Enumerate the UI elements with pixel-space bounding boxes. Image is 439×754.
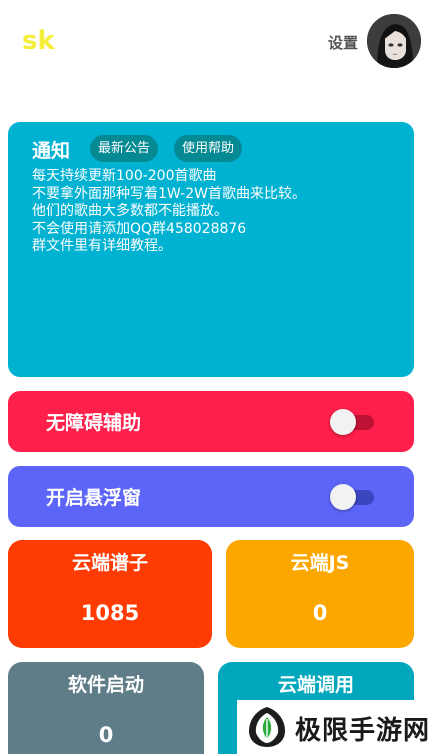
app-header: sk 设置: [0, 0, 439, 90]
accessibility-switch[interactable]: [330, 409, 376, 435]
floating-window-toggle-row[interactable]: 开启悬浮窗: [8, 466, 414, 527]
switch-thumb: [330, 484, 356, 510]
app-launches-count: 0: [98, 723, 114, 747]
cloud-sheets-label: 云端谱子: [71, 552, 148, 574]
app-launches-card[interactable]: 软件启动 0: [8, 662, 204, 754]
site-watermark: 极限手游网: [237, 700, 439, 754]
accessibility-toggle-row[interactable]: 无障碍辅助: [8, 391, 414, 452]
cloud-js-label: 云端JS: [290, 552, 350, 574]
floating-window-label: 开启悬浮窗: [46, 487, 142, 509]
notice-title: 通知: [32, 140, 71, 162]
notice-line: 不会使用请添加QQ群458028876: [32, 220, 247, 237]
app-launches-label: 软件启动: [67, 674, 144, 696]
floating-window-switch[interactable]: [330, 484, 376, 510]
cloud-sheets-count: 1085: [80, 601, 140, 625]
notice-line: 不要拿外面那种写着1W-2W首歌曲来比较。: [32, 185, 306, 202]
app-title: sk: [22, 26, 55, 56]
usage-help-chip[interactable]: 使用帮助: [174, 135, 243, 162]
cloud-calls-label: 云端调用: [277, 674, 354, 696]
watermark-text: 极限手游网: [295, 716, 431, 746]
anime-girl-avatar-icon: [367, 14, 421, 68]
notice-body: 每天持续更新100-200首歌曲 不要拿外面那种写着1W-2W首歌曲来比较。 他…: [32, 168, 407, 256]
notice-card: 通知 最新公告 使用帮助 每天持续更新100-200首歌曲 不要拿外面那种写着1…: [8, 122, 414, 377]
notice-line: 他们的歌曲大多数都不能播放。: [32, 203, 228, 219]
accessibility-label: 无障碍辅助: [46, 412, 142, 434]
cloud-sheets-card[interactable]: 云端谱子 1085: [8, 540, 212, 648]
switch-thumb: [330, 409, 356, 435]
cloud-js-card[interactable]: 云端JS 0: [226, 540, 414, 648]
avatar[interactable]: [367, 14, 421, 68]
cloud-js-count: 0: [312, 601, 328, 625]
latest-announcement-chip[interactable]: 最新公告: [90, 135, 159, 162]
settings-button[interactable]: 设置: [328, 32, 358, 53]
notice-line: 每天持续更新100-200首歌曲: [32, 168, 217, 184]
notice-line: 群文件里有详细教程。: [32, 238, 172, 254]
leaf-shield-logo-icon: [249, 707, 285, 747]
